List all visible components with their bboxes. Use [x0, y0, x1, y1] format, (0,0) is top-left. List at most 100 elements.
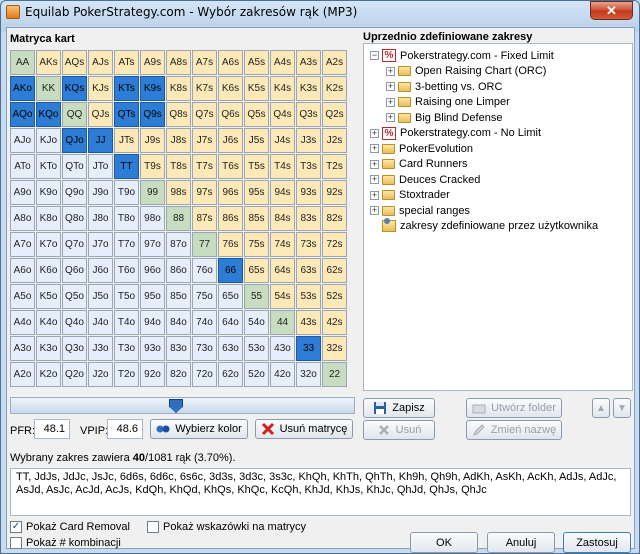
- hand-cell[interactable]: AJo: [10, 128, 35, 153]
- hand-cell[interactable]: A5o: [10, 284, 35, 309]
- hand-cell[interactable]: 95s: [244, 180, 269, 205]
- hand-cell[interactable]: Q9s: [140, 102, 165, 127]
- hand-cell[interactable]: K7o: [36, 232, 61, 257]
- hand-cell[interactable]: A7s: [192, 50, 217, 75]
- hand-cell[interactable]: 84s: [270, 206, 295, 231]
- hints-checkbox[interactable]: Pokaż wskazówki na matrycy: [147, 521, 306, 533]
- slider-thumb[interactable]: [169, 399, 183, 413]
- hand-cell[interactable]: K3s: [296, 76, 321, 101]
- hand-cell[interactable]: 87s: [192, 206, 217, 231]
- expand-icon[interactable]: +: [370, 144, 379, 154]
- hand-cell[interactable]: 87o: [166, 232, 191, 257]
- hand-cell[interactable]: 94o: [140, 310, 165, 335]
- hand-cell[interactable]: KTs: [114, 76, 139, 101]
- hand-cell[interactable]: T8o: [114, 206, 139, 231]
- hand-cell[interactable]: 74s: [270, 232, 295, 257]
- hand-cell[interactable]: 43o: [270, 336, 295, 361]
- hand-cell[interactable]: 66: [218, 258, 243, 283]
- tree-item[interactable]: +% Pokerstrategy.com - No Limit: [364, 126, 632, 142]
- hand-cell[interactable]: A8o: [10, 206, 35, 231]
- hand-cell[interactable]: Q8s: [166, 102, 191, 127]
- hand-cell[interactable]: T4o: [114, 310, 139, 335]
- hand-cell[interactable]: 33: [296, 336, 321, 361]
- hand-cell[interactable]: 82o: [166, 362, 191, 387]
- hand-cell[interactable]: J8o: [88, 206, 113, 231]
- expand-icon[interactable]: +: [370, 128, 379, 138]
- hand-cell[interactable]: KK: [36, 76, 61, 101]
- hand-cell[interactable]: AJs: [88, 50, 113, 75]
- hand-cell[interactable]: Q5o: [62, 284, 87, 309]
- hand-cell[interactable]: QTs: [114, 102, 139, 127]
- hand-cell[interactable]: 44: [270, 310, 295, 335]
- hand-cell[interactable]: A9s: [140, 50, 165, 75]
- hand-cell[interactable]: K5s: [244, 76, 269, 101]
- hand-cell[interactable]: 22: [322, 362, 347, 387]
- hand-cell[interactable]: JTo: [88, 154, 113, 179]
- hand-cell[interactable]: 94s: [270, 180, 295, 205]
- hand-cell[interactable]: 62o: [218, 362, 243, 387]
- hand-cell[interactable]: J8s: [166, 128, 191, 153]
- tree-item[interactable]: + PokerEvolution: [364, 141, 632, 157]
- hand-cell[interactable]: 65o: [218, 284, 243, 309]
- hand-cell[interactable]: K7s: [192, 76, 217, 101]
- hand-cell[interactable]: 42o: [270, 362, 295, 387]
- tree-item[interactable]: + Deuces Cracked: [364, 172, 632, 188]
- hand-cell[interactable]: K3o: [36, 336, 61, 361]
- hand-cell[interactable]: 84o: [166, 310, 191, 335]
- hand-cell[interactable]: 82s: [322, 206, 347, 231]
- hand-cell[interactable]: Q4o: [62, 310, 87, 335]
- hand-cell[interactable]: 72o: [192, 362, 217, 387]
- delete-button[interactable]: Usuń: [363, 420, 435, 440]
- combinations-checkbox[interactable]: Pokaż # kombinacji: [10, 537, 121, 549]
- save-button[interactable]: Zapisz: [363, 398, 435, 418]
- hand-cell[interactable]: 42s: [322, 310, 347, 335]
- rename-button[interactable]: Zmień nazwę: [466, 420, 562, 440]
- hand-cell[interactable]: J7s: [192, 128, 217, 153]
- hand-cell[interactable]: A2s: [322, 50, 347, 75]
- hand-cell[interactable]: 73s: [296, 232, 321, 257]
- hand-cell[interactable]: T5o: [114, 284, 139, 309]
- hand-cell[interactable]: J9s: [140, 128, 165, 153]
- hand-cell[interactable]: QJo: [62, 128, 87, 153]
- hand-cell[interactable]: KJs: [88, 76, 113, 101]
- hand-cell[interactable]: TT: [114, 154, 139, 179]
- tree-item[interactable]: + Open Raising Chart (ORC): [364, 64, 632, 80]
- hand-cell[interactable]: A3s: [296, 50, 321, 75]
- hand-cell[interactable]: K4s: [270, 76, 295, 101]
- card-removal-checkbox[interactable]: ✓ Pokaż Card Removal: [10, 521, 130, 533]
- hints-check[interactable]: [147, 521, 159, 533]
- card-removal-check[interactable]: ✓: [10, 521, 22, 533]
- choose-color-button[interactable]: Wybierz kolor: [150, 419, 248, 439]
- hand-cell[interactable]: Q6o: [62, 258, 87, 283]
- expand-icon[interactable]: +: [370, 190, 379, 200]
- tree-item[interactable]: + Big Blind Defense: [364, 110, 632, 126]
- expand-icon[interactable]: +: [386, 113, 395, 123]
- hand-cell[interactable]: T2o: [114, 362, 139, 387]
- hand-cell[interactable]: 62s: [322, 258, 347, 283]
- move-up-button[interactable]: ▲: [592, 398, 610, 418]
- hand-cell[interactable]: T6s: [218, 154, 243, 179]
- hand-cell[interactable]: 86o: [166, 258, 191, 283]
- hand-cell[interactable]: Q3o: [62, 336, 87, 361]
- hand-cell[interactable]: Q5s: [244, 102, 269, 127]
- hand-cell[interactable]: K6o: [36, 258, 61, 283]
- hand-cell[interactable]: 92s: [322, 180, 347, 205]
- hand-cell[interactable]: 75o: [192, 284, 217, 309]
- hand-cell[interactable]: A6o: [10, 258, 35, 283]
- hand-cell[interactable]: K5o: [36, 284, 61, 309]
- hand-cell[interactable]: J5s: [244, 128, 269, 153]
- hand-cell[interactable]: 93o: [140, 336, 165, 361]
- hand-cell[interactable]: A3o: [10, 336, 35, 361]
- expand-icon[interactable]: +: [386, 82, 395, 92]
- hand-cell[interactable]: 64o: [218, 310, 243, 335]
- hand-cell[interactable]: Q8o: [62, 206, 87, 231]
- expand-icon[interactable]: +: [386, 66, 395, 76]
- range-slider[interactable]: [10, 397, 355, 414]
- hand-cell[interactable]: 83s: [296, 206, 321, 231]
- hand-cell[interactable]: 93s: [296, 180, 321, 205]
- hand-cell[interactable]: 77: [192, 232, 217, 257]
- tree-item[interactable]: + Stoxtrader: [364, 188, 632, 204]
- hand-cell[interactable]: 97s: [192, 180, 217, 205]
- hand-cell[interactable]: AKs: [36, 50, 61, 75]
- hand-cell[interactable]: 63o: [218, 336, 243, 361]
